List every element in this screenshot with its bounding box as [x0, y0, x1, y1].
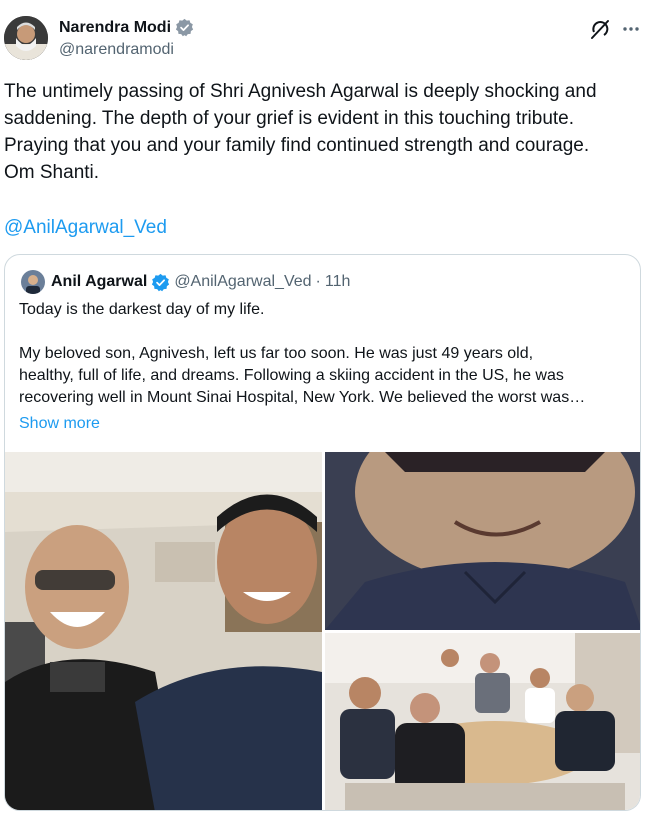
tweet-header: Narendra Modi @narendramodi [0, 0, 665, 72]
quoted-author-avatar[interactable] [21, 270, 45, 294]
photo-1[interactable] [5, 452, 322, 810]
grok-icon[interactable] [589, 18, 611, 40]
quoted-tweet[interactable]: Anil Agarwal @AnilAgarwal_Ved · 11h Toda… [4, 254, 641, 811]
author-handle[interactable]: @narendramodi [59, 41, 174, 59]
quoted-tweet-header: Anil Agarwal @AnilAgarwal_Ved · 11h [21, 269, 350, 295]
quoted-tweet-text: Today is the darkest day of my life. My … [19, 301, 586, 406]
photo-2[interactable] [325, 452, 640, 630]
author-avatar[interactable] [4, 16, 48, 60]
author-name[interactable]: Narendra Modi [59, 18, 194, 37]
quoted-author-name[interactable]: Anil Agarwal [51, 273, 147, 291]
more-icon[interactable] [620, 18, 642, 40]
timestamp[interactable]: 11h [325, 273, 351, 291]
quoted-author-handle[interactable]: @AnilAgarwal_Ved [174, 273, 311, 291]
verified-badge-icon [175, 18, 194, 37]
photo-3[interactable] [325, 633, 640, 810]
photo-grid [5, 452, 640, 810]
tweet-text: The untimely passing of Shri Agnivesh Ag… [4, 81, 597, 183]
mention-link[interactable]: @AnilAgarwal_Ved [4, 214, 167, 241]
separator-dot: · [315, 273, 321, 290]
verified-badge-icon [151, 273, 170, 292]
author-name-text[interactable]: Narendra Modi [59, 19, 171, 37]
show-more-link[interactable]: Show more [19, 413, 100, 435]
